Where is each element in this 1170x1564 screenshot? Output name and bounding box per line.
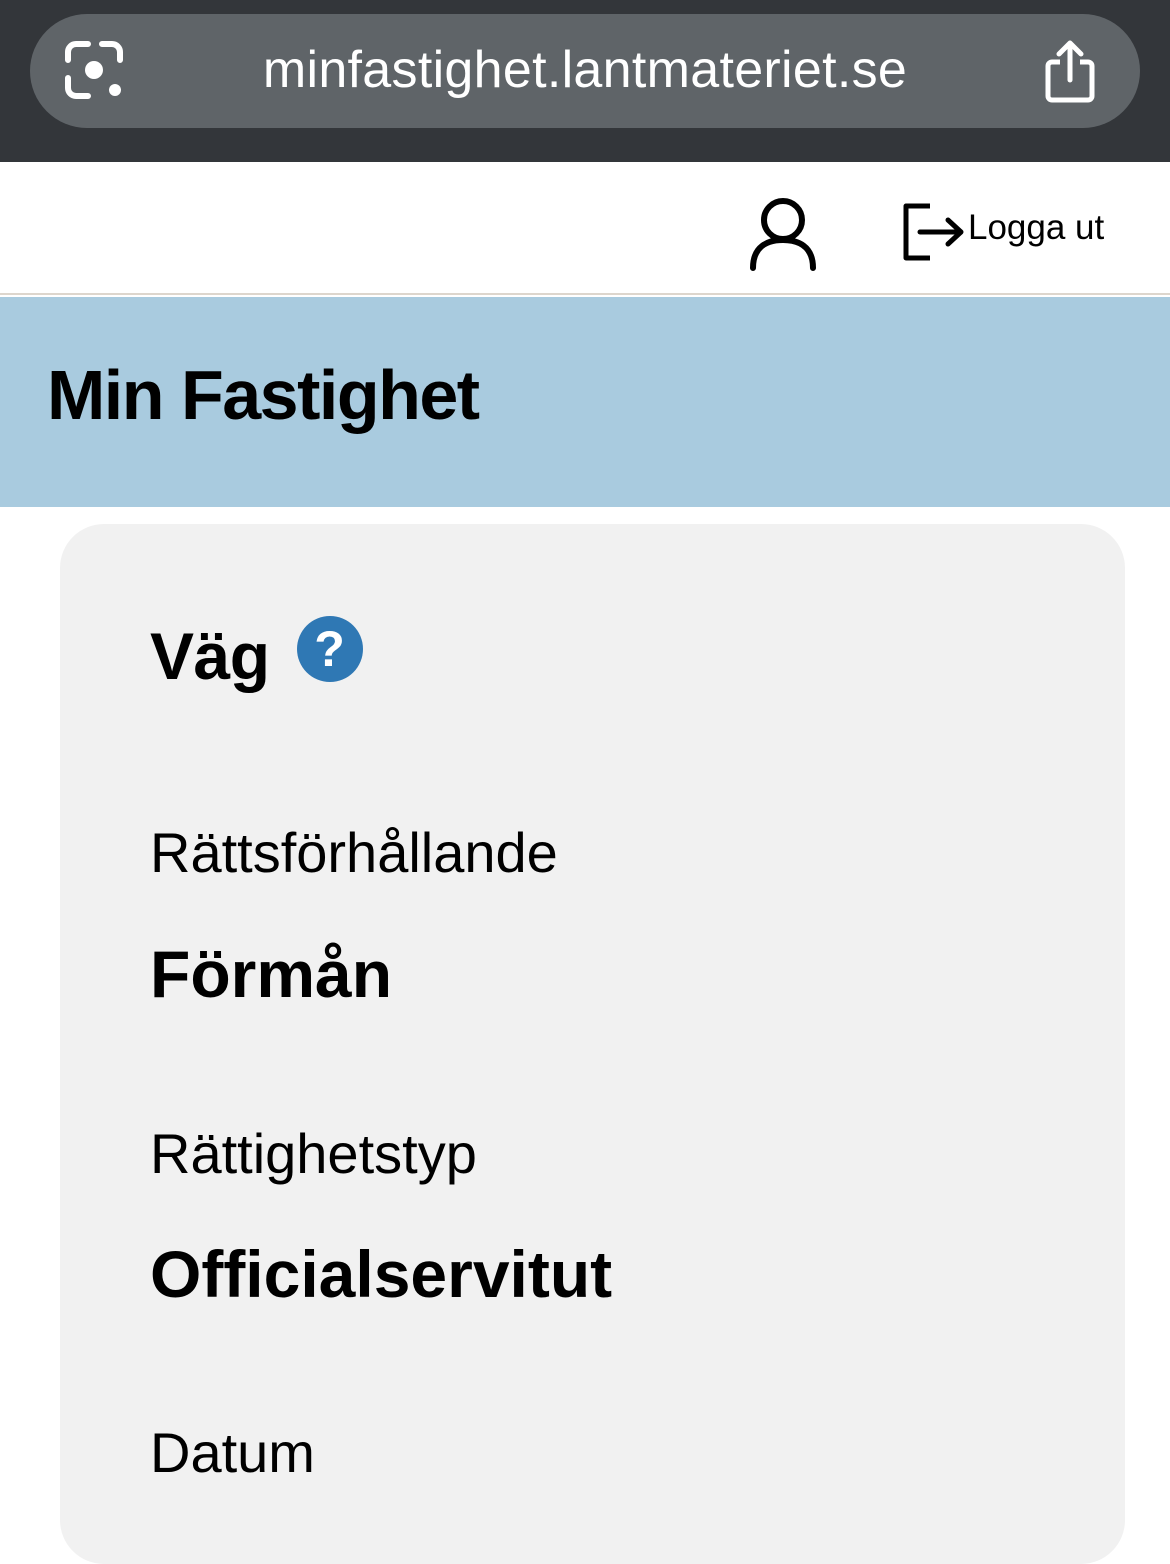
logout-label: Logga ut: [968, 208, 1105, 247]
site-top-nav: Logga ut: [0, 162, 1170, 295]
field-value-rattsforhallande: Förmån: [150, 937, 393, 1011]
share-icon[interactable]: [1040, 36, 1100, 106]
help-symbol: ?: [314, 621, 345, 677]
info-card: Väg ? Rättsförhållande Förmån Rättighets…: [60, 524, 1125, 1564]
field-label-datum: Datum: [150, 1421, 315, 1484]
section-title: Väg: [150, 619, 270, 693]
address-bar[interactable]: [30, 14, 1140, 128]
field-label-rattsforhallande: Rättsförhållande: [150, 821, 558, 884]
field-label-rattighetstyp: Rättighetstyp: [150, 1122, 477, 1185]
logout-button[interactable]: Logga ut: [900, 200, 1104, 264]
browser-toolbar: minfastighet.lantmateriet.se: [0, 0, 1170, 162]
logout-icon: [903, 203, 964, 261]
camera-lens-icon[interactable]: [60, 38, 130, 104]
user-icon[interactable]: [748, 196, 818, 272]
page-header: Min Fastighet: [0, 297, 1170, 507]
help-icon[interactable]: ?: [296, 616, 363, 682]
field-value-rattighetstyp: Officialservitut: [150, 1237, 613, 1311]
section-heading: Väg ?: [150, 616, 363, 696]
page-title: Min Fastighet: [47, 356, 480, 434]
